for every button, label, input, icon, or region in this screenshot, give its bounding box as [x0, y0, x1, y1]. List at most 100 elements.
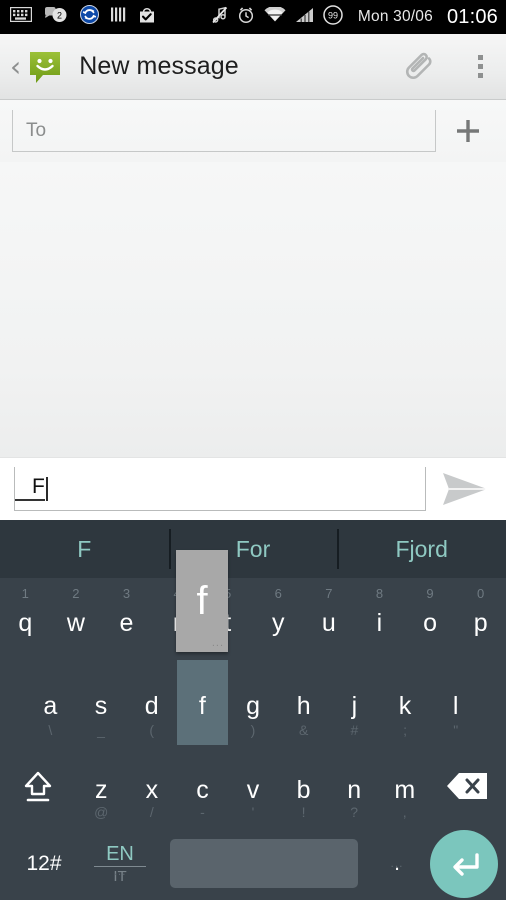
- key-f-label: f: [198, 692, 206, 720]
- key-e-label: e: [119, 608, 134, 637]
- play-store-update-icon: [138, 6, 156, 29]
- period-key[interactable]: . ...: [368, 852, 426, 876]
- key-z[interactable]: z @: [76, 745, 127, 827]
- suggestion-strip: F For Fjord: [0, 520, 506, 578]
- message-thread-area: [0, 162, 506, 457]
- key-d-symbol: (: [149, 722, 154, 738]
- message-input[interactable]: F: [14, 467, 426, 511]
- key-y[interactable]: 6 y: [253, 578, 304, 660]
- key-a[interactable]: a \: [25, 660, 76, 745]
- key-z-symbol: @: [94, 804, 109, 820]
- key-j[interactable]: j #: [329, 660, 380, 745]
- key-i-label: i: [376, 608, 383, 637]
- key-d-label: d: [144, 692, 159, 720]
- key-c[interactable]: c -: [177, 745, 228, 827]
- send-button[interactable]: [434, 463, 496, 515]
- key-l[interactable]: l ": [430, 660, 481, 745]
- key-q[interactable]: 1 q: [0, 578, 51, 660]
- key-s-symbol: _: [97, 722, 105, 738]
- enter-key[interactable]: [430, 829, 498, 898]
- key-f[interactable]: f: [177, 660, 228, 745]
- key-k[interactable]: k ;: [380, 660, 431, 745]
- backspace-key[interactable]: [430, 745, 506, 827]
- key-n[interactable]: n ?: [329, 745, 380, 827]
- compose-bar: F: [0, 457, 506, 520]
- key-i[interactable]: 8 i: [354, 578, 405, 660]
- key-p[interactable]: 0 p: [455, 578, 506, 660]
- key-c-label: c: [196, 775, 209, 804]
- key-k-label: k: [398, 692, 412, 720]
- language-key-more-dots: ...: [113, 863, 127, 878]
- key-u-number: 7: [325, 586, 333, 601]
- key-q-label: q: [18, 608, 33, 637]
- message-input-value: F: [15, 475, 45, 502]
- key-a-label: a: [43, 692, 58, 720]
- key-v-label: v: [246, 775, 260, 804]
- status-bar-left-icons: 2: [9, 5, 156, 29]
- recipient-input[interactable]: To: [12, 110, 436, 152]
- key-e[interactable]: 3 e: [101, 578, 152, 660]
- add-contact-button[interactable]: [444, 107, 492, 155]
- recipient-placeholder: To: [26, 119, 47, 141]
- suggestion-2[interactable]: Fjord: [337, 520, 506, 578]
- key-b-label: b: [296, 775, 311, 804]
- back-button[interactable]: ‹: [4, 52, 25, 81]
- suggestion-0[interactable]: F: [0, 520, 169, 578]
- shift-key[interactable]: [0, 745, 76, 827]
- language-key-primary: EN: [106, 842, 134, 865]
- key-x-symbol: /: [149, 804, 154, 820]
- key-preview-label: f: [196, 579, 208, 623]
- key-m-symbol: ,: [402, 804, 407, 820]
- key-m-label: m: [394, 775, 416, 804]
- status-bar-date: Mon 30/06: [357, 8, 433, 25]
- key-n-label: n: [347, 775, 362, 804]
- keyboard-row-3: z @ x / c - v ' b ! n ? m ,: [0, 745, 506, 827]
- row2-left-pad: [0, 660, 25, 745]
- key-l-label: l: [452, 692, 459, 720]
- key-v[interactable]: v ': [228, 745, 279, 827]
- language-key[interactable]: EN IT ...: [80, 844, 160, 884]
- key-o[interactable]: 9 o: [405, 578, 456, 660]
- attach-icon[interactable]: [402, 47, 442, 87]
- key-w[interactable]: 2 w: [51, 578, 102, 660]
- key-h-label: h: [296, 692, 311, 720]
- app-header: ‹ New message: [0, 34, 506, 100]
- keyboard-row-4: 12# ... EN IT ... . ...: [0, 827, 506, 900]
- symbols-key[interactable]: 12# ...: [8, 852, 80, 876]
- status-bar[interactable]: 2 99 Mon 30/06 01:06: [0, 0, 506, 34]
- key-s-label: s: [94, 692, 108, 720]
- key-n-symbol: ?: [350, 804, 359, 820]
- status-bar-clock: 01:06: [446, 5, 498, 28]
- key-d[interactable]: d (: [126, 660, 177, 745]
- key-j-label: j: [351, 692, 358, 720]
- app-header-actions: [402, 47, 492, 87]
- key-s[interactable]: s _: [76, 660, 127, 745]
- key-v-symbol: ': [251, 804, 255, 820]
- mute-icon: [211, 6, 228, 29]
- key-h[interactable]: h &: [278, 660, 329, 745]
- messaging-app-icon[interactable]: [25, 47, 65, 87]
- messages-badge-icon: 2: [43, 6, 69, 28]
- key-u[interactable]: 7 u: [304, 578, 355, 660]
- key-m[interactable]: m ,: [379, 745, 430, 827]
- messages-badge-count: 2: [57, 10, 62, 20]
- space-key[interactable]: [170, 839, 358, 888]
- key-w-number: 2: [72, 586, 80, 601]
- key-g-label: g: [246, 692, 260, 720]
- key-g[interactable]: g ): [228, 660, 279, 745]
- keyboard-row-1: 1 q 2 w 3 e 4 r 5 t 6 y 7 u 8 i: [0, 578, 506, 660]
- key-c-symbol: -: [200, 804, 205, 820]
- key-preview-popup: f ...: [176, 550, 228, 652]
- key-b[interactable]: b !: [278, 745, 329, 827]
- key-x[interactable]: x /: [127, 745, 178, 827]
- key-k-symbol: ;: [403, 722, 407, 738]
- key-o-label: o: [423, 608, 437, 637]
- key-y-number: 6: [274, 586, 282, 601]
- key-u-label: u: [321, 608, 336, 637]
- wifi-icon: [264, 5, 286, 28]
- key-j-symbol: #: [350, 722, 359, 738]
- recipient-row: To: [0, 100, 506, 162]
- battery-icon: 99: [323, 4, 343, 30]
- overflow-menu-icon[interactable]: [468, 47, 492, 87]
- soft-keyboard: F For Fjord 1 q 2 w 3 e 4 r 5 t 6 y 7: [0, 520, 506, 900]
